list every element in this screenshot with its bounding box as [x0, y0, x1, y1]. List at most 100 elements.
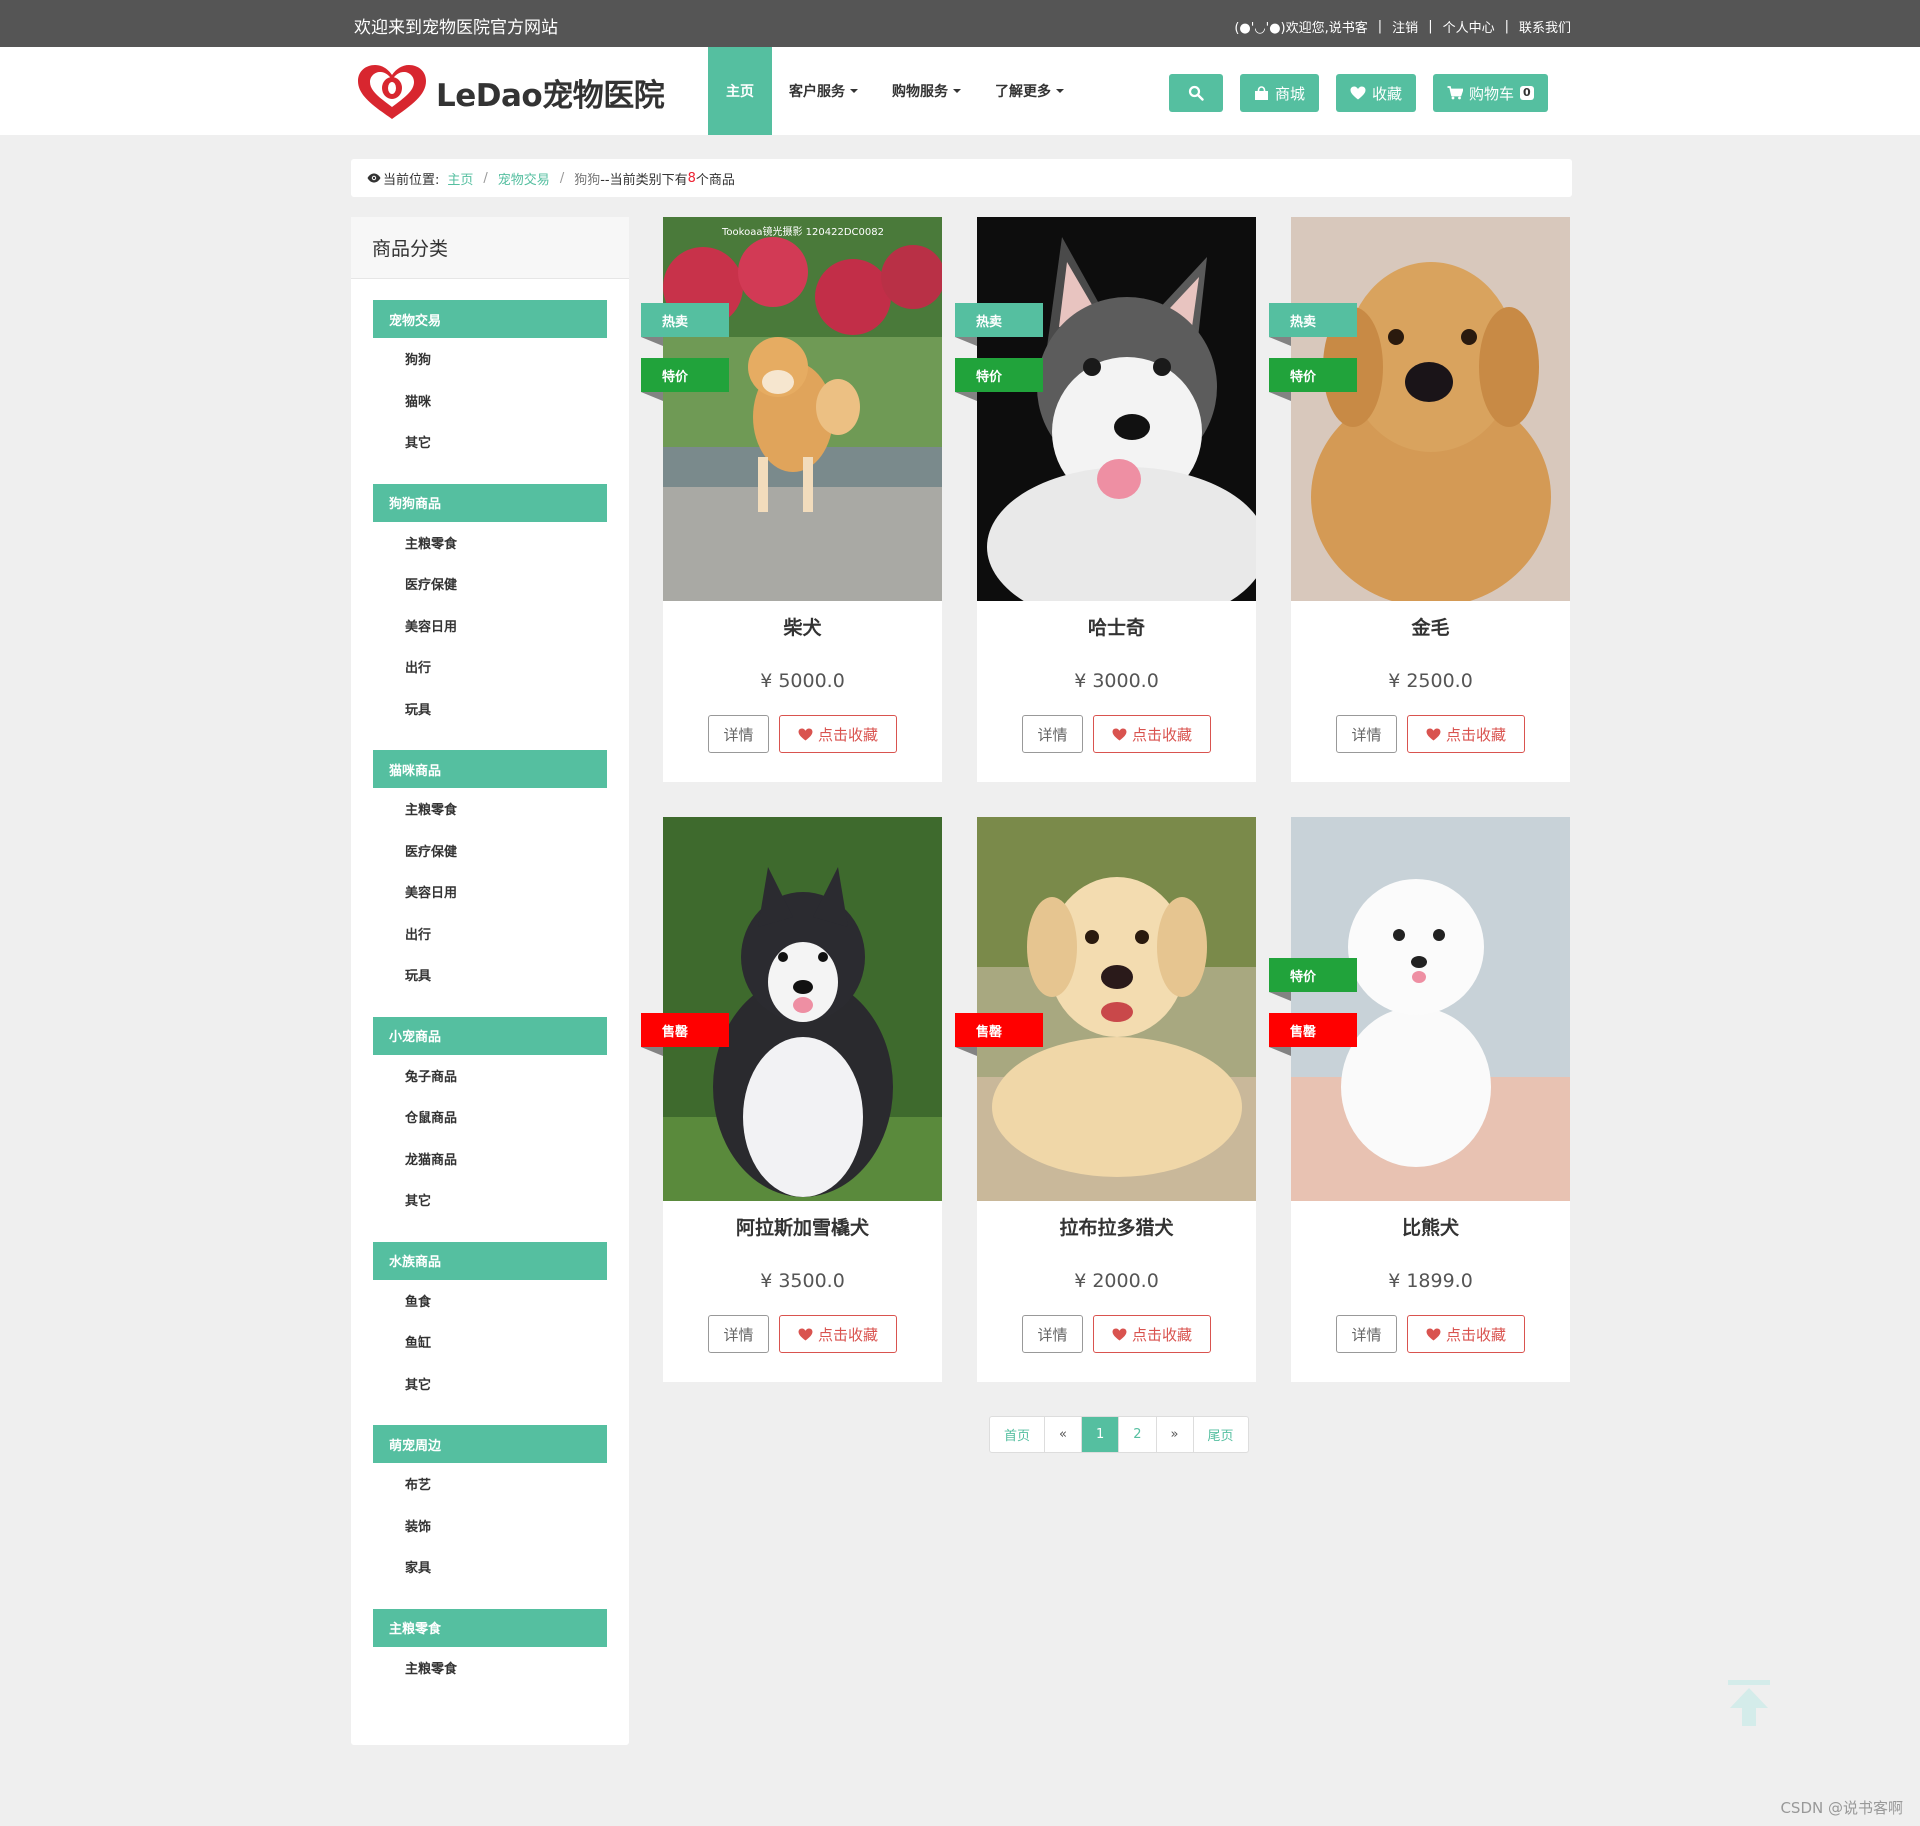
- product-name[interactable]: 阿拉斯加雪橇犬: [663, 1213, 942, 1240]
- product-name[interactable]: 拉布拉多猎犬: [977, 1213, 1256, 1240]
- category-item[interactable]: 龙猫商品: [351, 1138, 629, 1180]
- favorite-button-label: 点击收藏: [817, 725, 878, 744]
- cart-button[interactable]: 购物车 0: [1433, 74, 1548, 112]
- product-name[interactable]: 柴犬: [663, 613, 942, 640]
- profile-link[interactable]: 个人中心: [1443, 17, 1495, 36]
- category-item[interactable]: 鱼缸: [351, 1321, 629, 1363]
- favorite-button[interactable]: 点击收藏: [779, 1315, 897, 1353]
- category-item[interactable]: 主粮零食: [351, 788, 629, 830]
- soldout-ribbon-label: 售罄: [1290, 1024, 1317, 1040]
- category-item[interactable]: 猫咪: [351, 380, 629, 422]
- breadcrumb-category-link[interactable]: 宠物交易: [498, 169, 550, 188]
- caret-down-icon: [953, 89, 961, 93]
- category-item[interactable]: 医疗保健: [351, 830, 629, 872]
- heart-icon: [1350, 86, 1366, 100]
- favorite-button-label: 点击收藏: [1131, 725, 1192, 744]
- nav-customer-service[interactable]: 客户服务: [772, 47, 875, 135]
- hot-ribbon: 热卖: [641, 303, 729, 346]
- page-2[interactable]: 2: [1119, 1417, 1157, 1452]
- breadcrumb-separator: /: [483, 170, 488, 186]
- page-first[interactable]: 首页: [990, 1417, 1046, 1452]
- detail-button[interactable]: 详情: [708, 715, 769, 753]
- product-card: Tookoaa镜光摄影 120422DC0082 热卖 特价 柴犬 ¥ 5000…: [641, 217, 942, 782]
- nav-learn-more[interactable]: 了解更多: [978, 47, 1081, 135]
- page-next[interactable]: »: [1157, 1417, 1194, 1452]
- heart-icon: [1426, 1327, 1441, 1341]
- product-price: ¥ 2500.0: [1388, 670, 1473, 692]
- breadcrumb-home-link[interactable]: 主页: [447, 169, 473, 188]
- category-group-title[interactable]: 宠物交易: [373, 300, 607, 338]
- separator: |: [1377, 19, 1383, 34]
- category-item[interactable]: 其它: [351, 1363, 629, 1405]
- soldout-ribbon-label: 售罄: [662, 1024, 689, 1040]
- favorites-button[interactable]: 收藏: [1336, 74, 1417, 112]
- category-item[interactable]: 家具: [351, 1546, 629, 1588]
- category-item[interactable]: 布艺: [351, 1463, 629, 1505]
- product-photo-malamute[interactable]: [663, 817, 942, 1201]
- logout-link[interactable]: 注销: [1392, 17, 1418, 36]
- breadcrumb: 当前位置: 主页 / 宠物交易 / 狗狗 --当前类别下有 8 个商品: [351, 159, 1572, 197]
- category-sidebar: 商品分类 宠物交易 狗狗 猫咪 其它 狗狗商品 主粮零食 医疗保健 美容日用 出行 玩具 猫咪商品主…: [351, 217, 629, 1745]
- shop-button[interactable]: 商城: [1240, 74, 1320, 112]
- category-item[interactable]: 兔子商品: [351, 1055, 629, 1097]
- nav-shopping-service[interactable]: 购物服务: [875, 47, 978, 135]
- category-group-title[interactable]: 猫咪商品: [373, 750, 607, 788]
- favorite-button[interactable]: 点击收藏: [1093, 715, 1211, 753]
- detail-button[interactable]: 详情: [1022, 715, 1083, 753]
- detail-button[interactable]: 详情: [1336, 1315, 1397, 1353]
- category-group-title[interactable]: 主粮零食: [373, 1608, 607, 1647]
- page-last[interactable]: 尾页: [1194, 1417, 1248, 1452]
- category-item[interactable]: 出行: [351, 913, 629, 955]
- favorite-button-label: 点击收藏: [1445, 1325, 1506, 1344]
- category-group-title[interactable]: 水族商品: [373, 1241, 607, 1280]
- site-logo[interactable]: LeDao宠物医院: [354, 63, 665, 121]
- back-to-top-icon[interactable]: [1726, 1680, 1772, 1728]
- category-item[interactable]: 玩具: [351, 688, 629, 730]
- category-item[interactable]: 主粮零食: [351, 1647, 629, 1689]
- product-name[interactable]: 金毛: [1291, 613, 1570, 640]
- favorite-button[interactable]: 点击收藏: [1093, 1315, 1211, 1353]
- detail-button[interactable]: 详情: [1336, 715, 1397, 753]
- category-group-title[interactable]: 小宠商品: [373, 1016, 607, 1055]
- category-item[interactable]: 鱼食: [351, 1280, 629, 1322]
- navbar: LeDao宠物医院 主页 客户服务 购物服务 了解更多 商城 收藏 购物车 0: [0, 47, 1920, 135]
- category-item[interactable]: 其它: [351, 1179, 629, 1221]
- category-group-title[interactable]: 狗狗商品: [373, 483, 607, 522]
- category-item[interactable]: 主粮零食: [351, 522, 629, 564]
- category-item[interactable]: 狗狗: [351, 338, 629, 380]
- category-item[interactable]: 出行: [351, 646, 629, 688]
- page-prev[interactable]: «: [1045, 1417, 1082, 1452]
- category-item[interactable]: 玩具: [351, 954, 629, 996]
- favorite-button[interactable]: 点击收藏: [1407, 715, 1525, 753]
- product-photo-shiba[interactable]: Tookoaa镜光摄影 120422DC0082: [663, 217, 942, 601]
- page-1[interactable]: 1: [1081, 1417, 1120, 1452]
- user-greeting[interactable]: (●'◡'●)欢迎您,说书客: [1234, 17, 1367, 36]
- soldout-ribbon: 售罄: [1269, 1013, 1357, 1056]
- search-button[interactable]: [1169, 74, 1223, 112]
- heart-icon: [1112, 1327, 1127, 1341]
- shopping-bag-icon: [1255, 85, 1268, 100]
- soldout-ribbon-label: 售罄: [976, 1024, 1003, 1040]
- category-item[interactable]: 装饰: [351, 1505, 629, 1547]
- category-item[interactable]: 仓鼠商品: [351, 1096, 629, 1138]
- contact-link[interactable]: 联系我们: [1519, 17, 1571, 36]
- category-item[interactable]: 美容日用: [351, 605, 629, 647]
- detail-button[interactable]: 详情: [708, 1315, 769, 1353]
- category-item[interactable]: 美容日用: [351, 871, 629, 913]
- category-item[interactable]: 其它: [351, 421, 629, 463]
- product-photo-golden[interactable]: [1291, 217, 1570, 601]
- category-group-title[interactable]: 萌宠周边: [373, 1425, 607, 1463]
- hot-ribbon: 热卖: [1269, 303, 1357, 346]
- favorite-button[interactable]: 点击收藏: [1407, 1315, 1525, 1353]
- product-name[interactable]: 比熊犬: [1291, 1213, 1570, 1240]
- favorite-button[interactable]: 点击收藏: [779, 715, 897, 753]
- product-card: 特价 售罄 比熊犬 ¥ 1899.0 详情 点击收藏: [1269, 817, 1570, 1382]
- detail-button[interactable]: 详情: [1022, 1315, 1083, 1353]
- product-photo-bichon[interactable]: [1291, 817, 1570, 1201]
- product-photo-husky[interactable]: [977, 217, 1256, 601]
- product-photo-labrador[interactable]: [977, 817, 1256, 1201]
- product-name[interactable]: 哈士奇: [977, 613, 1256, 640]
- category-item[interactable]: 医疗保健: [351, 563, 629, 605]
- sidebar-title: 商品分类: [351, 217, 629, 279]
- nav-home[interactable]: 主页: [708, 47, 772, 135]
